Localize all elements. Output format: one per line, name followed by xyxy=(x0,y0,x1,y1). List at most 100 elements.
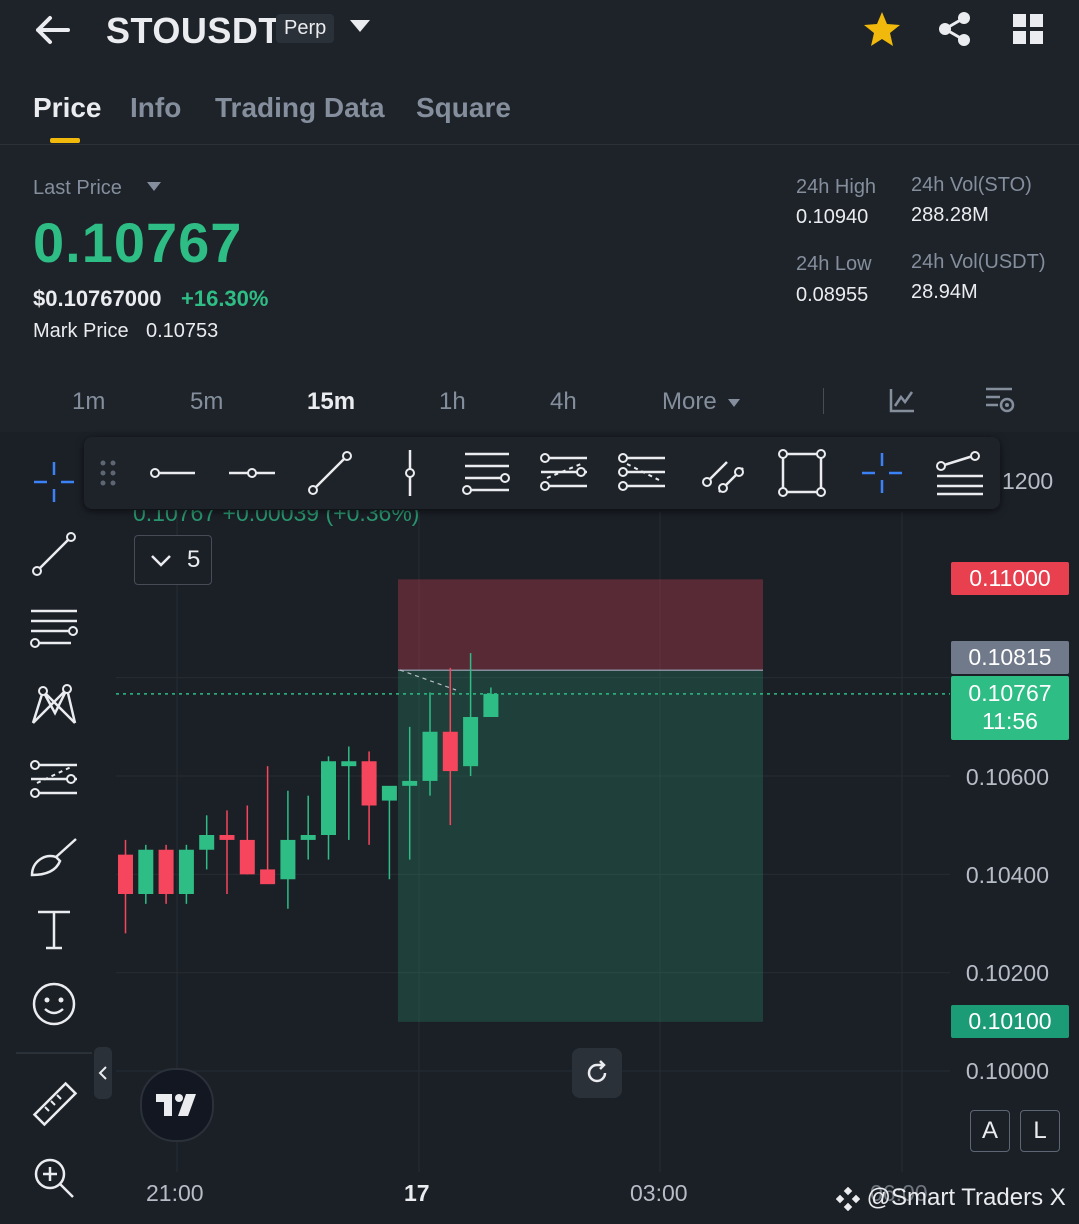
pattern-tool[interactable] xyxy=(20,674,88,734)
current-price-tag: 0.10767 11:56 xyxy=(951,676,1069,740)
horizontal-ray-icon xyxy=(150,468,195,478)
refresh-icon xyxy=(587,1060,607,1083)
candle-body xyxy=(158,849,174,894)
fib-fan-tool[interactable] xyxy=(932,445,988,501)
take-profit-zone xyxy=(398,670,763,1022)
ruler-icon xyxy=(32,1081,78,1127)
zoom-in-icon xyxy=(34,1158,74,1198)
candle-body xyxy=(321,761,336,835)
time-axis-label: 17 xyxy=(404,1180,430,1206)
last-price-label[interactable]: Last Price xyxy=(33,177,122,200)
log-scale-button[interactable]: L xyxy=(1020,1110,1060,1152)
candle-body xyxy=(483,693,499,717)
tab-price[interactable]: Price xyxy=(33,92,102,124)
candle-body xyxy=(118,854,133,894)
usd-price: $0.10767000 xyxy=(33,286,162,311)
trend-angle-icon xyxy=(702,461,744,493)
candle-body xyxy=(361,761,377,806)
horizontal-line-tool[interactable] xyxy=(224,445,280,501)
low-24h-value: 0.08955 xyxy=(796,284,869,306)
caret-down-icon xyxy=(147,182,161,191)
horizontal-ray-tool[interactable] xyxy=(144,445,200,501)
trend-line-draw-tool[interactable] xyxy=(302,445,358,501)
chevron-left-icon xyxy=(98,1066,107,1080)
text-icon xyxy=(38,910,70,950)
favorite-button[interactable] xyxy=(862,10,902,48)
fib-tool[interactable] xyxy=(20,750,88,810)
ruler-tool[interactable] xyxy=(20,1074,88,1134)
interval-more[interactable]: More xyxy=(662,388,741,416)
grid-icon xyxy=(1013,14,1043,44)
tab-info[interactable]: Info xyxy=(130,92,181,124)
rectangle-tool[interactable] xyxy=(774,445,830,501)
candle-body xyxy=(280,839,296,880)
symbol-title[interactable]: STOUSDT xyxy=(106,10,281,52)
symbol-dropdown-button[interactable] xyxy=(346,16,374,38)
share-button[interactable] xyxy=(936,10,974,48)
drawing-toolbar xyxy=(84,437,1000,509)
reset-chart-button[interactable] xyxy=(572,1048,622,1098)
caret-down-icon xyxy=(350,20,370,32)
rectangle-icon xyxy=(778,449,826,497)
vertical-line-icon xyxy=(405,450,415,496)
interval-more-label: More xyxy=(662,388,717,415)
trend-angle-tool[interactable] xyxy=(696,445,752,501)
crosshair-draw-tool[interactable] xyxy=(854,445,910,501)
price-axis-partial-label: 1200 xyxy=(1002,468,1054,494)
main-tabs: Price Info Trading Data Square xyxy=(0,86,1079,145)
chart-settings-button[interactable] xyxy=(984,385,1016,420)
fib-fan-icon xyxy=(936,451,983,496)
crosshair-icon xyxy=(34,462,74,502)
collapse-toolbar-button[interactable] xyxy=(94,1047,112,1099)
vertical-line-tool[interactable] xyxy=(382,445,438,501)
trend-line-tool[interactable] xyxy=(20,524,88,584)
vol-usdt-label: 24h Vol(USDT) xyxy=(911,251,1046,273)
candle-countdown: 11:56 xyxy=(982,708,1038,734)
binance-logo-icon xyxy=(835,1186,861,1211)
vol-sto-label: 24h Vol(STO) xyxy=(911,174,1032,196)
watermark-text: @Smart Traders X xyxy=(866,1184,1066,1211)
interval-5m[interactable]: 5m xyxy=(190,388,223,416)
interval-4h[interactable]: 4h xyxy=(550,388,577,416)
drag-handle[interactable] xyxy=(86,445,130,501)
indicator-toggle[interactable]: 5 xyxy=(134,535,212,585)
indicators-button[interactable] xyxy=(888,386,916,419)
layout-grid-button[interactable] xyxy=(1012,13,1044,45)
mark-price-value: 0.10753 xyxy=(146,320,219,342)
interval-divider xyxy=(823,388,824,414)
tradingview-logo[interactable] xyxy=(140,1068,214,1142)
candle-body xyxy=(442,731,458,772)
take-profit-tag: 0.10100 xyxy=(951,1005,1069,1038)
zoom-in-tool[interactable] xyxy=(20,1148,88,1208)
stop-loss-zone xyxy=(398,579,763,671)
interval-1h[interactable]: 1h xyxy=(439,388,466,416)
last-price-dropdown[interactable] xyxy=(146,180,162,198)
crosshair-tool[interactable] xyxy=(20,452,88,512)
fib-retracement-tool[interactable] xyxy=(536,445,592,501)
stop-loss-tag: 0.11000 xyxy=(951,562,1069,595)
current-price-value: 0.10767 xyxy=(968,680,1052,706)
time-axis-label: 21:00 xyxy=(146,1180,204,1206)
candle-body xyxy=(260,869,276,885)
tab-trading-data[interactable]: Trading Data xyxy=(215,92,385,124)
horizontal-lines-tool[interactable] xyxy=(20,598,88,658)
tab-square[interactable]: Square xyxy=(416,92,511,124)
entry-price-tag: 0.10815 xyxy=(951,641,1069,674)
text-tool[interactable] xyxy=(20,900,88,960)
back-button[interactable] xyxy=(30,10,76,50)
interval-1m[interactable]: 1m xyxy=(72,388,105,416)
fib-extension-tool[interactable] xyxy=(614,445,670,501)
auto-scale-button[interactable]: A xyxy=(970,1110,1010,1152)
pattern-icon xyxy=(31,684,77,724)
perp-badge: Perp xyxy=(276,14,335,43)
active-tab-indicator xyxy=(50,138,80,143)
parallel-lines-tool[interactable] xyxy=(458,445,514,501)
brush-tool[interactable] xyxy=(20,826,88,886)
emoji-tool[interactable] xyxy=(20,974,88,1034)
left-toolbar-divider xyxy=(16,1052,92,1054)
price-axis-label: 0.10200 xyxy=(965,960,1049,986)
candle-body xyxy=(300,835,316,840)
fib-icon xyxy=(30,760,77,798)
time-axis-label: 03:00 xyxy=(630,1180,688,1206)
interval-15m[interactable]: 15m xyxy=(307,388,355,416)
